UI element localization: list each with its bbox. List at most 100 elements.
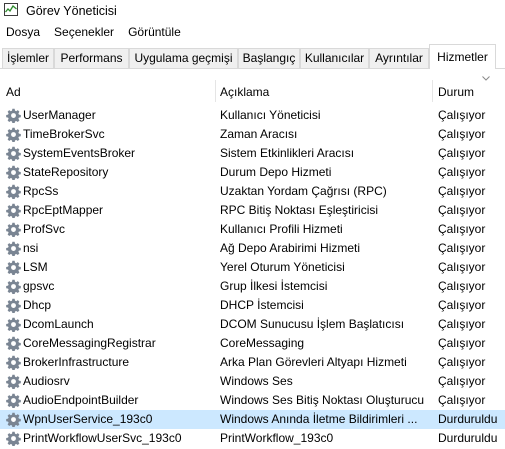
service-description: Arka Plan Görevleri Altyapı Hizmeti	[220, 355, 407, 369]
service-name: ProfSvc	[23, 222, 66, 236]
service-description: PrintWorkflow_193c0	[220, 431, 334, 445]
service-row[interactable]: LSM Yerel Oturum Yöneticisi Çalışıyor	[0, 258, 505, 277]
service-name: UserManager	[23, 108, 96, 122]
gear-icon	[6, 127, 21, 142]
service-row[interactable]: AudioEndpointBuilder Windows Ses Bitiş No…	[0, 391, 505, 410]
service-row[interactable]: PrintWorkflowUserSvc_193c0 PrintWorkflow_…	[0, 429, 505, 448]
service-description: Grup İlkesi İstemcisi	[220, 279, 328, 293]
service-status: Çalışıyor	[438, 127, 486, 141]
service-description: Sistem Etkinlikleri Aracısı	[220, 146, 355, 160]
service-status: Çalışıyor	[438, 222, 486, 236]
menu-view[interactable]: Görüntüle	[121, 23, 188, 42]
service-row[interactable]: BrokerInfrastructure Arka Plan Görevleri …	[0, 353, 505, 372]
gear-icon	[6, 374, 21, 389]
service-name: gpsvc	[23, 279, 55, 293]
service-status: Çalışıyor	[438, 336, 486, 350]
tab-services[interactable]: Hizmetler	[429, 44, 496, 69]
service-description: Uzaktan Yordam Çağrısı (RPC)	[220, 184, 387, 198]
service-status: Çalışıyor	[438, 355, 486, 369]
service-row[interactable]: SystemEventsBroker Sistem Etkinlikleri Ar…	[0, 144, 505, 163]
task-manager-window: Görev Yöneticisi Dosya Seçenekler Görünt…	[0, 0, 505, 449]
column-divider[interactable]	[432, 80, 433, 102]
service-description: DHCP İstemcisi	[220, 298, 304, 312]
service-description: CoreMessaging	[220, 336, 305, 350]
service-name: TimeBrokerSvc	[23, 127, 105, 141]
gear-icon	[6, 298, 21, 313]
gear-icon	[6, 431, 21, 446]
service-name: SystemEventsBroker	[23, 146, 136, 160]
service-status: Çalışıyor	[438, 317, 486, 331]
gear-icon	[6, 241, 21, 256]
column-header-name[interactable]: Ad	[6, 84, 21, 100]
service-name: DcomLaunch	[23, 317, 94, 331]
service-row[interactable]: UserManager Kullanıcı Yöneticisi Çalışıyor	[0, 106, 505, 125]
service-name: nsi	[23, 241, 39, 255]
service-description: Kullanıcı Yöneticisi	[220, 108, 321, 122]
service-row[interactable]: DcomLaunch DCOM Sunucusu İşlem Başlatıcıs…	[0, 315, 505, 334]
service-description: Windows Anında İletme Bildirimleri ...	[220, 412, 418, 426]
tab-startup[interactable]: Başlangıç	[238, 48, 300, 68]
tab-app-history[interactable]: Uygulama geçmişi	[129, 48, 238, 68]
service-row[interactable]: ProfSvc Kullanıcı Profili Hizmeti Çalışıyo…	[0, 220, 505, 239]
service-status: Çalışıyor	[438, 279, 486, 293]
service-description: Yerel Oturum Yöneticisi	[220, 260, 345, 274]
gear-icon	[6, 222, 21, 237]
service-description: Windows Ses	[220, 374, 293, 388]
column-header-status[interactable]: Durum	[438, 84, 474, 100]
service-description: Durum Depo Hizmeti	[220, 165, 332, 179]
service-status: Durduruldu	[438, 431, 498, 445]
tab-bar: İşlemler Performans Uygulama geçmişi Baş…	[0, 44, 505, 69]
service-status: Çalışıyor	[438, 146, 486, 160]
gear-icon	[6, 393, 21, 408]
service-row[interactable]: RpcEptMapper RPC Bitiş Noktası Eşleştiric…	[0, 201, 505, 220]
service-name: AudioEndpointBuilder	[23, 393, 139, 407]
gear-icon	[6, 279, 21, 294]
service-status: Çalışıyor	[438, 184, 486, 198]
tab-processes[interactable]: İşlemler	[2, 48, 54, 68]
menu-file[interactable]: Dosya	[0, 23, 47, 42]
column-headers: Ad Açıklama Durum	[0, 80, 505, 102]
service-row[interactable]: TimeBrokerSvc Zaman Aracısı Çalışıyor	[0, 125, 505, 144]
service-row[interactable]: Audiosrv Windows Ses Çalışıyor	[0, 372, 505, 391]
service-row[interactable]: StateRepository Durum Depo Hizmeti Çalışıy…	[0, 163, 505, 182]
gear-icon	[6, 108, 21, 123]
service-row[interactable]: Dhcp DHCP İstemcisi Çalışıyor	[0, 296, 505, 315]
gear-icon	[6, 146, 21, 161]
service-name: Audiosrv	[23, 374, 70, 388]
services-list: UserManager Kullanıcı Yöneticisi Çalışıyor…	[0, 106, 505, 448]
service-name: Dhcp	[23, 298, 52, 312]
service-status: Çalışıyor	[438, 393, 486, 407]
menu-bar: Dosya Seçenekler Görüntüle	[0, 23, 188, 42]
service-name: WpnUserService_193c0	[23, 412, 153, 426]
service-name: PrintWorkflowUserSvc_193c0	[23, 431, 182, 445]
title-bar: Görev Yöneticisi	[0, 0, 505, 22]
column-header-description[interactable]: Açıklama	[220, 84, 269, 100]
service-status: Durduruldu	[438, 412, 498, 426]
service-row[interactable]: gpsvc Grup İlkesi İstemcisi Çalışıyor	[0, 277, 505, 296]
service-name: RpcEptMapper	[23, 203, 104, 217]
service-description: Zaman Aracısı	[220, 127, 298, 141]
menu-options[interactable]: Seçenekler	[47, 23, 121, 42]
task-manager-icon	[4, 3, 18, 16]
service-row[interactable]: WpnUserService_193c0 Windows Anında İletm…	[0, 410, 505, 429]
tab-details[interactable]: Ayrıntılar	[369, 48, 429, 68]
service-description: Kullanıcı Profili Hizmeti	[220, 222, 343, 236]
service-row[interactable]: RpcSs Uzaktan Yordam Çağrısı (RPC) Çalışıy…	[0, 182, 505, 201]
service-status: Çalışıyor	[438, 298, 486, 312]
service-row[interactable]: nsi Ağ Depo Arabirimi Hizmeti Çalışıyor	[0, 239, 505, 258]
tab-performance[interactable]: Performans	[54, 48, 129, 68]
gear-icon	[6, 203, 21, 218]
service-name: CoreMessagingRegistrar	[23, 336, 156, 350]
service-status: Çalışıyor	[438, 241, 486, 255]
service-row[interactable]: CoreMessagingRegistrar CoreMessaging Çalış…	[0, 334, 505, 353]
service-description: Ağ Depo Arabirimi Hizmeti	[220, 241, 361, 255]
gear-icon	[6, 355, 21, 370]
gear-icon	[6, 336, 21, 351]
service-description: Windows Ses Bitiş Noktası Oluşturucu	[220, 393, 425, 407]
service-status: Çalışıyor	[438, 374, 486, 388]
column-divider[interactable]	[215, 80, 216, 102]
tab-users[interactable]: Kullanıcılar	[300, 48, 369, 68]
service-status: Çalışıyor	[438, 260, 486, 274]
gear-icon	[6, 165, 21, 180]
service-name: StateRepository	[23, 165, 109, 179]
